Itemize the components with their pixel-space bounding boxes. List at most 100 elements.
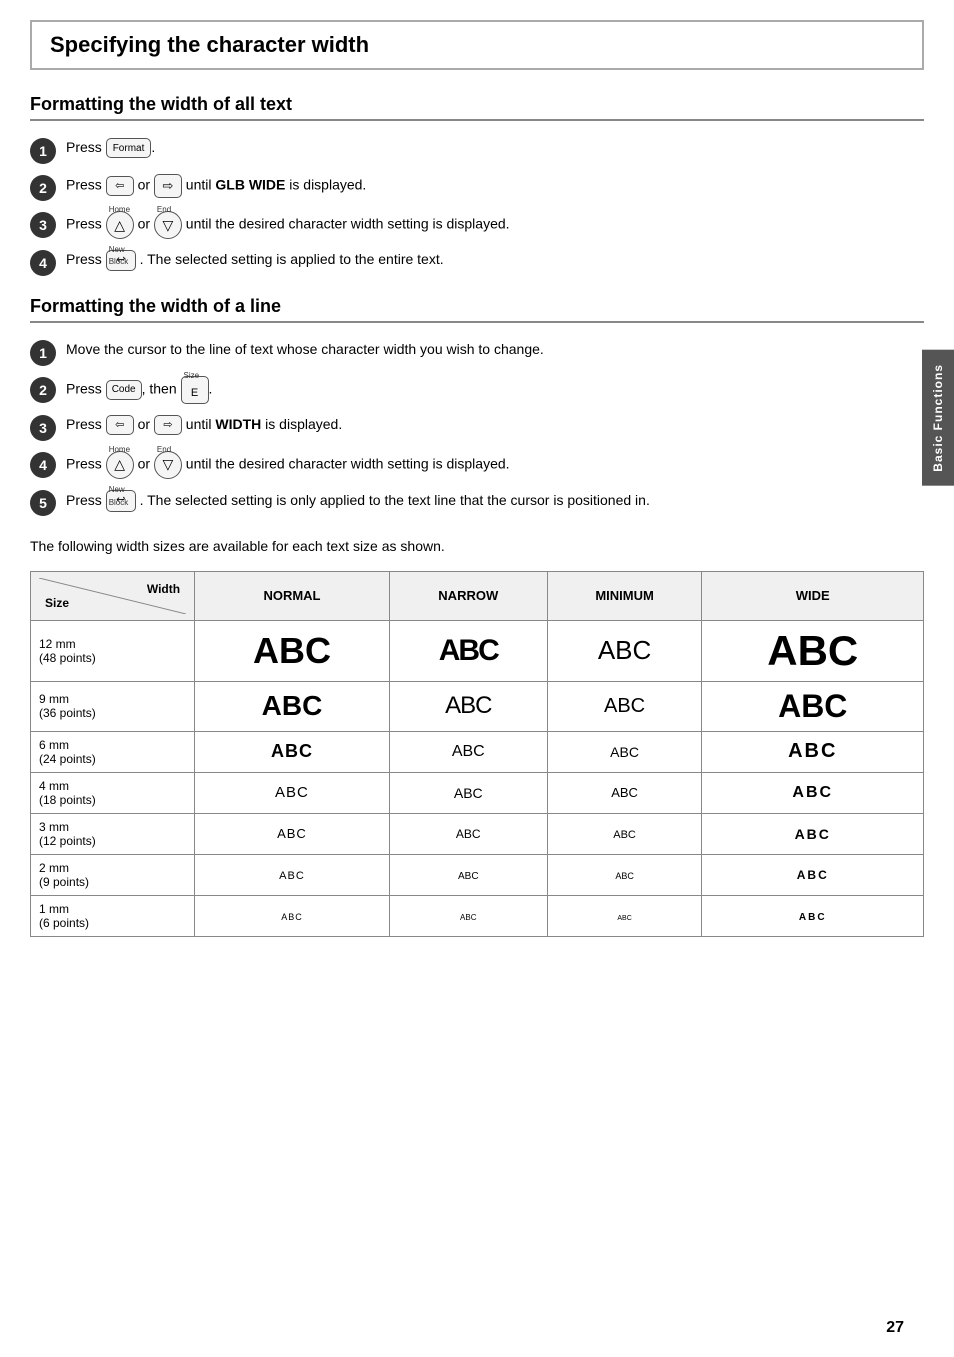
down-arrow-key: End ▽ xyxy=(154,451,182,479)
col-normal: NORMAL xyxy=(195,571,390,620)
abc-cell: ABC xyxy=(547,681,702,731)
step5-content: Press New Block ↩ . The selected setting… xyxy=(66,489,924,512)
size-cell: 1 mm(6 points) xyxy=(31,895,195,936)
key-label-home: Home xyxy=(109,204,130,216)
abc-cell: ABC xyxy=(547,895,702,936)
section-formatting-all-text: Formatting the width of all text 1 Press… xyxy=(30,94,924,276)
enter-key: New Block ↩ xyxy=(106,250,136,271)
side-tab: Basic Functions xyxy=(922,350,954,486)
abc-cell: ABC xyxy=(547,620,702,681)
section2-heading: Formatting the width of a line xyxy=(30,296,924,323)
key-label-newblock: New Block xyxy=(109,484,135,510)
section2-steps: 1 Move the cursor to the line of text wh… xyxy=(30,339,924,516)
table-row: 6 mm(24 points)ABCABCABCABC xyxy=(31,731,924,772)
section-formatting-line: Formatting the width of a line 1 Move th… xyxy=(30,296,924,516)
section1-step4: 4 Press New Block ↩ . The selected setti… xyxy=(30,249,924,276)
e-key: Size E xyxy=(181,376,209,404)
left-arrow-key: ⇦ xyxy=(106,415,134,436)
abc-cell: ABC xyxy=(195,620,390,681)
format-key: Format xyxy=(106,138,152,158)
section2-step2: 2 Press Code, then Size E . xyxy=(30,376,924,404)
abc-cell: ABC xyxy=(195,813,390,854)
table-row: 3 mm(12 points)ABCABCABCABC xyxy=(31,813,924,854)
abc-cell: ABC xyxy=(702,813,924,854)
size-cell: 4 mm(18 points) xyxy=(31,772,195,813)
page-title: Specifying the character width xyxy=(50,32,904,58)
section1-step3: 3 Press Home △ or End ▽ until the desire… xyxy=(30,211,924,239)
abc-cell: ABC xyxy=(547,854,702,895)
table-row: 2 mm(9 points)ABCABCABCABC xyxy=(31,854,924,895)
step1-content: Move the cursor to the line of text whos… xyxy=(66,339,924,360)
step-number: 3 xyxy=(30,212,56,238)
key-label-end: End xyxy=(157,204,171,216)
down-arrow-key: End ▽ xyxy=(154,211,182,239)
table-row: 4 mm(18 points)ABCABCABCABC xyxy=(31,772,924,813)
step-number: 3 xyxy=(30,415,56,441)
abc-cell: ABC xyxy=(702,895,924,936)
corner-bottom: Size xyxy=(45,596,69,610)
key-label-size: Size xyxy=(184,370,200,382)
step2-content: Press Code, then Size E . xyxy=(66,376,924,404)
section2-step1: 1 Move the cursor to the line of text wh… xyxy=(30,339,924,366)
step-number: 1 xyxy=(30,340,56,366)
table-row: 1 mm(6 points)ABCABCABCABC xyxy=(31,895,924,936)
abc-cell: ABC xyxy=(702,854,924,895)
size-cell: 9 mm(36 points) xyxy=(31,681,195,731)
abc-cell: ABC xyxy=(389,731,547,772)
abc-cell: ABC xyxy=(547,813,702,854)
right-arrow-key: ⇨ xyxy=(154,174,182,198)
step3-content: Press Home △ or End ▽ until the desired … xyxy=(66,211,924,239)
step-number: 2 xyxy=(30,377,56,403)
abc-cell: ABC xyxy=(389,854,547,895)
side-tab-label: Basic Functions xyxy=(931,364,945,472)
table-corner-header: Width Size xyxy=(31,571,195,620)
width-table: Width Size NORMAL NARROW MINIMUM WIDE 12… xyxy=(30,571,924,937)
abc-cell: ABC xyxy=(702,681,924,731)
step4-content: Press New Block ↩ . The selected setting… xyxy=(66,249,924,271)
up-arrow-key: Home △ xyxy=(106,451,134,479)
abc-cell: ABC xyxy=(389,681,547,731)
abc-cell: ABC xyxy=(195,731,390,772)
page-number: 27 xyxy=(886,1319,904,1337)
col-minimum: MINIMUM xyxy=(547,571,702,620)
intro-text: The following width sizes are available … xyxy=(30,536,924,557)
title-box: Specifying the character width xyxy=(30,20,924,70)
step-number: 4 xyxy=(30,452,56,478)
step4-content: Press Home △ or End ▽ until the desired … xyxy=(66,451,924,479)
section1-steps: 1 Press Format. 2 Press ⇦ or ⇨ until GLB… xyxy=(30,137,924,276)
col-narrow: NARROW xyxy=(389,571,547,620)
section1-step1: 1 Press Format. xyxy=(30,137,924,164)
enter-key: New Block ↩ xyxy=(106,490,136,512)
key-label-home: Home xyxy=(109,444,130,456)
section2-step3: 3 Press ⇦ or ⇨ until WIDTH is displayed. xyxy=(30,414,924,441)
abc-cell: ABC xyxy=(195,681,390,731)
step-number: 4 xyxy=(30,250,56,276)
left-arrow-key: ⇦ xyxy=(106,176,134,197)
step3-content: Press ⇦ or ⇨ until WIDTH is displayed. xyxy=(66,414,924,436)
table-row: 9 mm(36 points)ABCABCABCABC xyxy=(31,681,924,731)
abc-cell: ABC xyxy=(195,772,390,813)
section1-step2: 2 Press ⇦ or ⇨ until GLB WIDE is display… xyxy=(30,174,924,201)
step-number: 5 xyxy=(30,490,56,516)
step2-content: Press ⇦ or ⇨ until GLB WIDE is displayed… xyxy=(66,174,924,198)
step-number: 2 xyxy=(30,175,56,201)
abc-cell: ABC xyxy=(702,620,924,681)
abc-cell: ABC xyxy=(195,895,390,936)
abc-cell: ABC xyxy=(702,772,924,813)
key-label-newblock: New Block xyxy=(109,244,135,268)
abc-cell: ABC xyxy=(195,854,390,895)
size-cell: 6 mm(24 points) xyxy=(31,731,195,772)
step-number: 1 xyxy=(30,138,56,164)
section2-step5: 5 Press New Block ↩ . The selected setti… xyxy=(30,489,924,516)
size-cell: 12 mm(48 points) xyxy=(31,620,195,681)
abc-cell: ABC xyxy=(547,772,702,813)
abc-cell: ABC xyxy=(389,772,547,813)
page: Basic Functions Specifying the character… xyxy=(0,0,954,1357)
col-wide: WIDE xyxy=(702,571,924,620)
abc-cell: ABC xyxy=(702,731,924,772)
size-cell: 2 mm(9 points) xyxy=(31,854,195,895)
size-cell: 3 mm(12 points) xyxy=(31,813,195,854)
step1-content: Press Format. xyxy=(66,137,924,158)
key-label-end: End xyxy=(157,444,171,456)
abc-cell: ABC xyxy=(389,895,547,936)
